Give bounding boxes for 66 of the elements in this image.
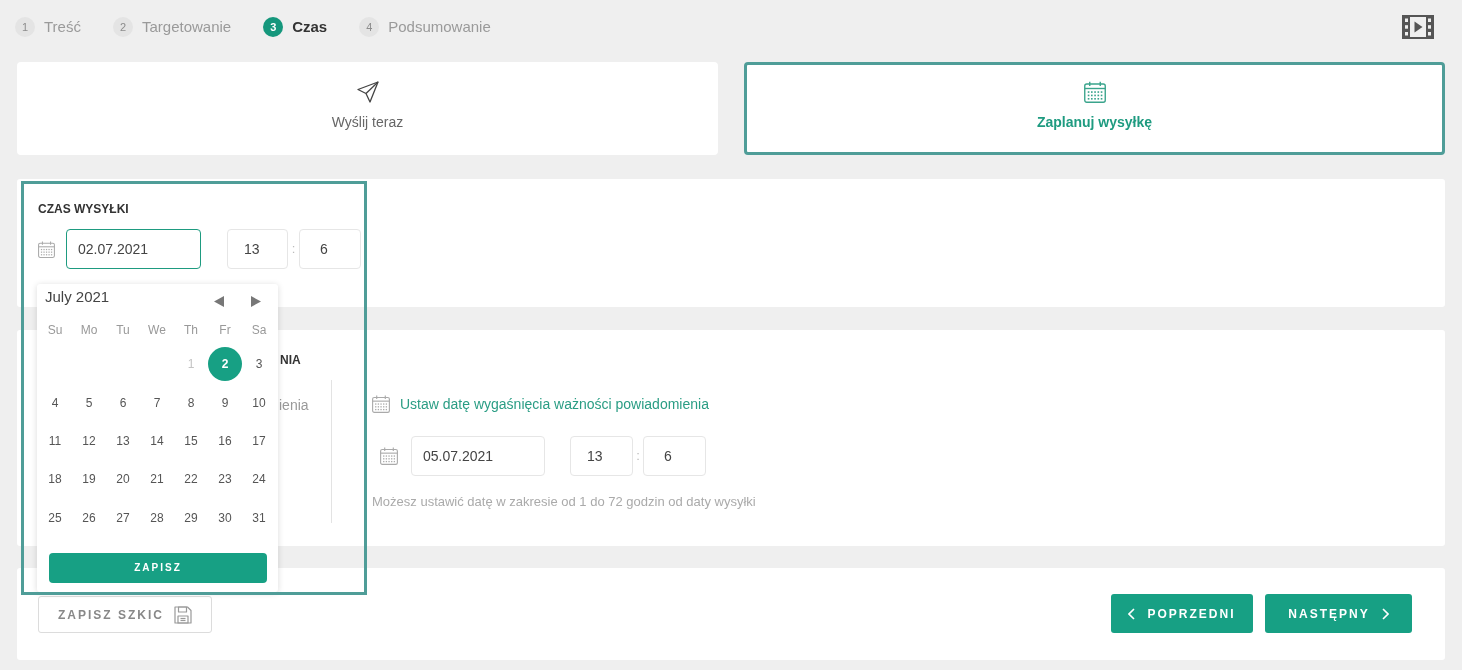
- calendar-day[interactable]: 23: [208, 462, 242, 497]
- description-text: ienia: [279, 396, 309, 414]
- minute-field[interactable]: 6: [299, 229, 361, 269]
- calendar-icon: [38, 240, 55, 258]
- calendar-day[interactable]: 26: [72, 500, 106, 535]
- calendar-icon: [380, 447, 398, 465]
- weekday-label: Tu: [116, 322, 130, 339]
- calendar-day[interactable]: 10: [242, 385, 276, 420]
- calendar-day[interactable]: 11: [38, 423, 72, 458]
- date-field[interactable]: 05.07.2021: [411, 436, 545, 476]
- send-now-option[interactable]: Wyślij teraz: [17, 62, 718, 155]
- calendar-day[interactable]: 24: [242, 462, 276, 497]
- weekday-label: Mo: [80, 322, 98, 339]
- hour-field[interactable]: 13: [570, 436, 633, 476]
- date-field[interactable]: 02.07.2021: [66, 229, 201, 269]
- calendar-day[interactable]: 18: [38, 462, 72, 497]
- weekday-label: Su: [47, 322, 63, 339]
- calendar-day[interactable]: 13: [106, 423, 140, 458]
- calendar-day[interactable]: 5: [72, 385, 106, 420]
- step-number: 1: [15, 17, 35, 37]
- calendar-day[interactable]: 31: [242, 500, 276, 535]
- section-title: NIA: [280, 353, 301, 367]
- calendar-day[interactable]: 28: [140, 500, 174, 535]
- weekday-label: Fr: [219, 322, 231, 339]
- minute-field[interactable]: 6: [643, 436, 706, 476]
- chevron-right-icon: [1381, 607, 1389, 620]
- calendar-day[interactable]: 14: [140, 423, 174, 458]
- step-number: 3: [263, 17, 284, 37]
- triangle-right-icon[interactable]: [251, 296, 261, 307]
- calendar-day[interactable]: 25: [38, 500, 72, 535]
- chevron-left-icon: [1128, 607, 1136, 620]
- weekday-label: Sa: [251, 322, 267, 339]
- calendar-day[interactable]: 21: [140, 462, 174, 497]
- calendar-icon: [1083, 81, 1106, 103]
- step-label[interactable]: Czas: [292, 15, 328, 39]
- time-separator: :: [290, 240, 297, 259]
- weekday-label: Th: [184, 322, 198, 339]
- calendar-day[interactable]: 9: [208, 385, 242, 420]
- section-title: CZAS WYSYŁKI: [38, 202, 129, 216]
- time-separator: :: [635, 447, 641, 466]
- calendar-day[interactable]: 29: [174, 500, 208, 535]
- save-draft-button[interactable]: ZAPISZ SZKIC: [38, 596, 212, 633]
- calendar-day[interactable]: 30: [208, 500, 242, 535]
- month-title: July 2021: [45, 287, 110, 308]
- film-icon[interactable]: [1402, 15, 1434, 39]
- calendar-icon: [372, 395, 390, 413]
- calendar-day[interactable]: 6: [106, 385, 140, 420]
- calendar-day[interactable]: 3: [242, 347, 276, 382]
- calendar-day[interactable]: 27: [106, 500, 140, 535]
- hour-field[interactable]: 13: [227, 229, 288, 269]
- calendar-day[interactable]: 4: [38, 385, 72, 420]
- calendar-day[interactable]: 22: [174, 462, 208, 497]
- paper-plane-icon: [356, 81, 379, 103]
- step-number: 4: [359, 17, 380, 37]
- calendar-day[interactable]: 15: [174, 423, 208, 458]
- hint-text: Możesz ustawić datę w zakresie od 1 do 72 godzin od daty wysyłki: [372, 494, 756, 510]
- calendar-day[interactable]: 7: [140, 385, 174, 420]
- calendar-day[interactable]: 20: [106, 462, 140, 497]
- calendar-day[interactable]: 8: [174, 385, 208, 420]
- calendar-day[interactable]: 12: [72, 423, 106, 458]
- triangle-left-icon[interactable]: [214, 296, 224, 307]
- calendar-day[interactable]: 17: [242, 423, 276, 458]
- calendar-day[interactable]: 19: [72, 462, 106, 497]
- weekday-label: We: [148, 322, 166, 339]
- step-number: 2: [112, 17, 133, 37]
- calendar-day[interactable]: 16: [208, 423, 242, 458]
